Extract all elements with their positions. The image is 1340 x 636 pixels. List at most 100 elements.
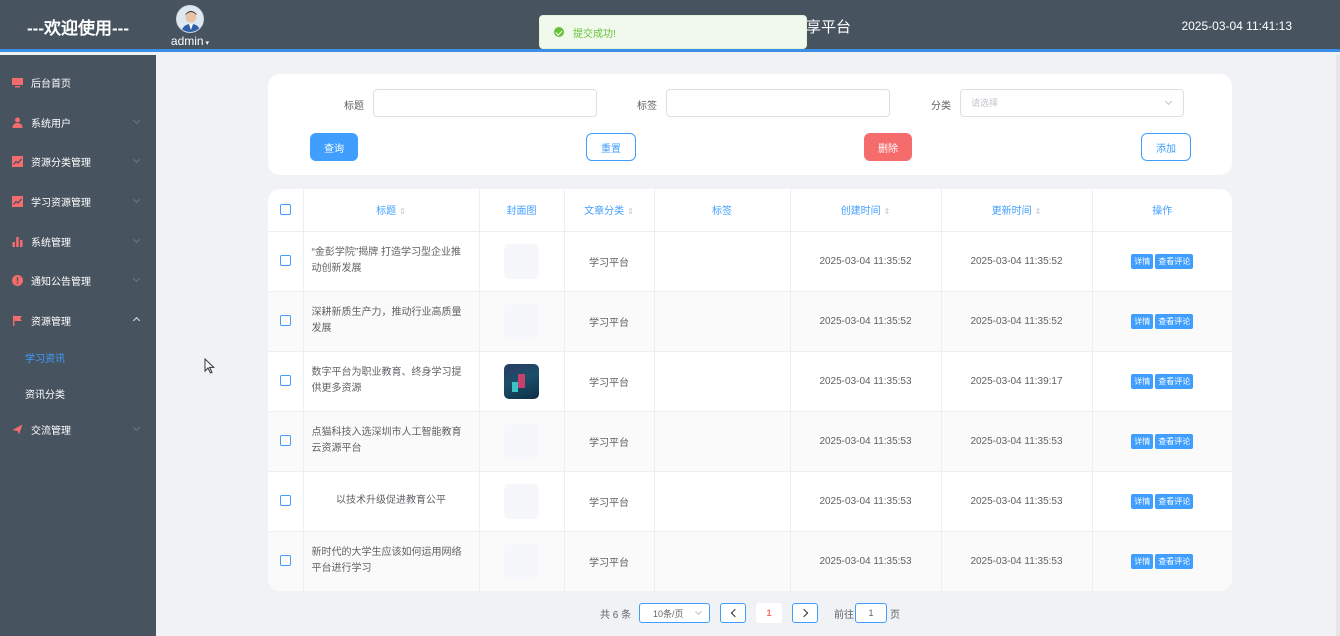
sort-icon[interactable]: ⇕ (884, 207, 891, 216)
next-page-button[interactable] (792, 603, 818, 623)
detail-button[interactable]: 详情 (1131, 433, 1154, 449)
column-header-category[interactable]: 文章分类 ⇕ (564, 189, 655, 232)
sidebar-item-notice[interactable]: 通知公告管理 (0, 268, 156, 292)
delete-button[interactable]: 删除 (864, 133, 912, 161)
user-menu[interactable]: admin ▾ (170, 5, 210, 48)
row-checkbox[interactable] (279, 315, 291, 327)
row-checkbox[interactable] (279, 495, 291, 507)
page-size-select[interactable]: 10条/页 (639, 603, 710, 623)
sidebar-item-label: 后台首页 (31, 78, 71, 90)
category-select[interactable]: 请选择 (960, 89, 1184, 117)
chart-icon (12, 155, 23, 167)
row-checkbox[interactable] (279, 555, 291, 567)
monitor-icon (12, 77, 23, 87)
row-title: 深耕新质生产力，推动行业高质量发展 (303, 291, 480, 352)
row-tag (654, 411, 791, 472)
table-header-row: 标题 ⇕ 封面图 文章分类 ⇕ 标签 创建时间 ⇕ 更新时间 ⇕ 操作 (268, 189, 1232, 232)
goto-page-input[interactable]: 1 (855, 603, 887, 623)
row-created: 2025-03-04 11:35:52 (790, 291, 942, 352)
sidebar-item-label: 交流管理 (31, 425, 71, 437)
row-updated: 2025-03-04 11:35:52 (941, 231, 1093, 292)
current-datetime: 2025-03-04 11:41:13 (1181, 19, 1292, 33)
row-created: 2025-03-04 11:35:53 (790, 351, 942, 412)
sidebar-subitem-learning-news[interactable]: 学习资讯 (25, 350, 65, 365)
row-tag (654, 291, 791, 352)
query-button[interactable]: 查询 (310, 133, 358, 161)
cover-image-placeholder (504, 303, 539, 339)
row-updated: 2025-03-04 11:35:52 (941, 291, 1093, 352)
category-label: 分类 (931, 101, 951, 112)
chevron-down-icon (132, 195, 141, 204)
mouse-cursor-icon (204, 358, 215, 374)
reset-button[interactable]: 重置 (586, 133, 636, 161)
avatar[interactable] (176, 5, 204, 33)
row-tag (654, 351, 791, 412)
row-title: 数字平台为职业教育、终身学习提供更多资源 (303, 351, 480, 412)
view-comments-button[interactable]: 查看评论 (1155, 313, 1194, 329)
sort-icon[interactable]: ⇕ (399, 207, 406, 216)
row-tag (654, 471, 791, 532)
row-created: 2025-03-04 11:35:53 (790, 411, 942, 472)
select-all-checkbox[interactable] (279, 204, 291, 216)
prev-page-button[interactable] (720, 603, 746, 623)
chevron-down-icon (1164, 97, 1173, 106)
chevron-down-icon (132, 423, 141, 432)
chevron-down-icon (694, 607, 703, 616)
row-checkbox[interactable] (279, 435, 291, 447)
chevron-down-icon (132, 274, 141, 283)
sort-icon[interactable]: ⇕ (627, 207, 634, 216)
site-title: 享平台 (806, 19, 852, 36)
add-button[interactable]: 添加 (1141, 133, 1191, 161)
cover-image-placeholder (504, 423, 539, 459)
row-category: 学习平台 (564, 411, 655, 472)
row-created: 2025-03-04 11:35:52 (790, 231, 942, 292)
cover-image-placeholder (504, 483, 539, 519)
row-updated: 2025-03-04 11:35:53 (941, 411, 1093, 472)
view-comments-button[interactable]: 查看评论 (1155, 373, 1194, 389)
title-input[interactable] (373, 89, 597, 117)
view-comments-button[interactable]: 查看评论 (1155, 553, 1194, 569)
view-comments-button[interactable]: 查看评论 (1155, 493, 1194, 509)
detail-button[interactable]: 详情 (1131, 493, 1154, 509)
table-row: 数字平台为职业教育、终身学习提供更多资源 学习平台 2025-03-04 11:… (268, 351, 1232, 412)
sidebar-item-label: 系统管理 (31, 237, 71, 249)
column-header-created[interactable]: 创建时间 ⇕ (790, 189, 942, 232)
chevron-left-icon (730, 608, 739, 618)
row-checkbox[interactable] (279, 255, 291, 267)
sidebar-item-communication[interactable]: 交流管理 (0, 417, 156, 441)
detail-button[interactable]: 详情 (1131, 553, 1154, 569)
page-number-1[interactable]: 1 (756, 603, 782, 623)
sort-icon[interactable]: ⇕ (1035, 207, 1042, 216)
sidebar-item-resource-mgmt[interactable]: 资源管理 (0, 308, 156, 332)
sidebar-item-label: 系统用户 (31, 118, 71, 130)
cover-image-placeholder (504, 243, 539, 279)
vertical-scrollbar[interactable] (1336, 55, 1340, 636)
row-title: 点猫科技入选深圳市人工智能教育云资源平台 (303, 411, 480, 472)
view-comments-button[interactable]: 查看评论 (1155, 253, 1194, 269)
table-row: 新时代的大学生应该如何运用网络平台进行学习 学习平台 2025-03-04 11… (268, 531, 1232, 591)
sidebar-item-label: 资源分类管理 (31, 157, 91, 169)
sidebar: 后台首页 系统用户 资源分类管理 学习资源管理 系统管理 通知公告管理 资源管理… (0, 55, 156, 636)
sidebar-item-learning-resource[interactable]: 学习资源管理 (0, 189, 156, 213)
sidebar-item-resource-category[interactable]: 资源分类管理 (0, 149, 156, 173)
sidebar-item-system-admin[interactable]: 系统管理 (0, 229, 156, 253)
sidebar-item-system-users[interactable]: 系统用户 (0, 110, 156, 134)
sidebar-item-home[interactable]: 后台首页 (0, 70, 156, 94)
column-header-title[interactable]: 标题 ⇕ (303, 189, 480, 232)
sidebar-subitem-news-category[interactable]: 资讯分类 (25, 386, 65, 401)
detail-button[interactable]: 详情 (1131, 373, 1154, 389)
detail-button[interactable]: 详情 (1131, 253, 1154, 269)
column-header-updated[interactable]: 更新时间 ⇕ (941, 189, 1093, 232)
detail-button[interactable]: 详情 (1131, 313, 1154, 329)
table-row: 以技术升级促进教育公平 学习平台 2025-03-04 11:35:53 202… (268, 471, 1232, 532)
row-checkbox[interactable] (279, 375, 291, 387)
row-updated: 2025-03-04 11:39:17 (941, 351, 1093, 412)
sidebar-item-label: 通知公告管理 (31, 276, 91, 288)
tag-label: 标签 (637, 101, 657, 112)
view-comments-button[interactable]: 查看评论 (1155, 433, 1194, 449)
row-category: 学习平台 (564, 531, 655, 591)
row-updated: 2025-03-04 11:35:53 (941, 531, 1093, 591)
row-category: 学习平台 (564, 291, 655, 352)
check-circle-icon (554, 27, 564, 37)
tag-input[interactable] (666, 89, 890, 117)
